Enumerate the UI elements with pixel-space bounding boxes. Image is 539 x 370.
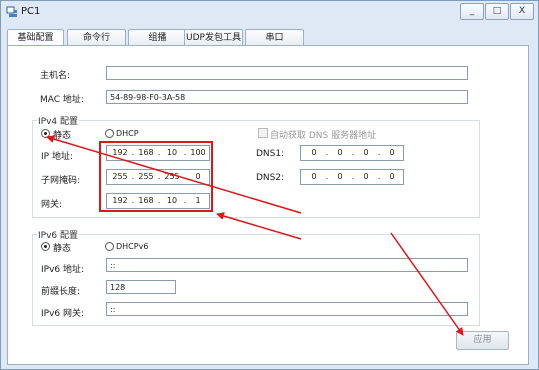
annotation-arrows <box>46 135 464 336</box>
annotation-arrow-to-apply <box>390 232 464 336</box>
pc1-window: PC1 _ □ X 基础配置 命令行 组播 UDP发包工具 串口 主机名: MA… <box>0 0 539 370</box>
annotation-arrow-to-static <box>46 135 302 214</box>
annotation-arrow-to-gateway <box>216 212 302 240</box>
